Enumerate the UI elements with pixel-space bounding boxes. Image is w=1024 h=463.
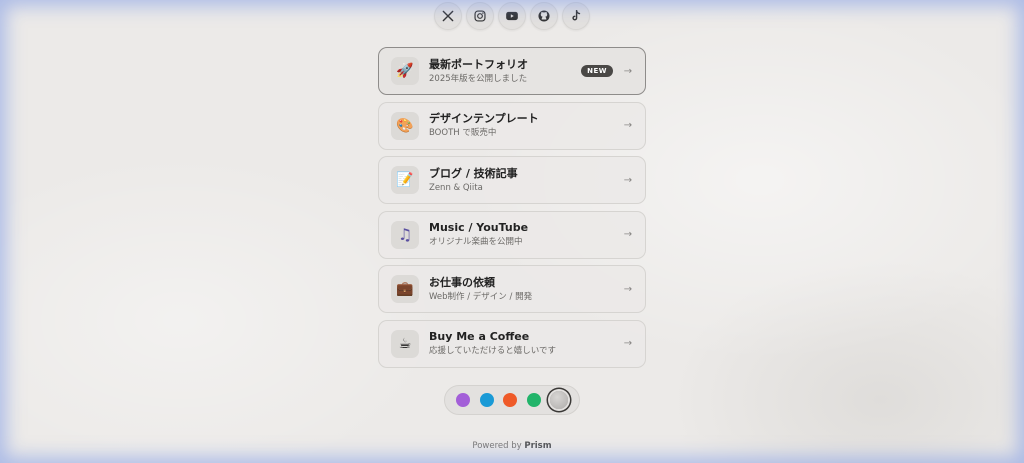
arrow-right-icon: →: [623, 174, 633, 186]
link-list: 🚀 最新ポートフォリオ 2025年版を公開しました NEW → 🎨 デザインテン…: [378, 47, 646, 374]
card-subtitle: 2025年版を公開しました: [429, 73, 528, 84]
arrow-right-icon: →: [623, 229, 633, 240]
theme-swatch-blue[interactable]: [479, 393, 494, 407]
arrow-right-icon: →: [623, 283, 633, 295]
github-link[interactable]: [530, 2, 558, 30]
instagram-icon: [474, 10, 486, 22]
link-card-portfolio[interactable]: 🚀 最新ポートフォリオ 2025年版を公開しました NEW →: [378, 47, 646, 95]
link-card-music[interactable]: ♫ Music / YouTube オリジナル楽曲を公開中 →: [378, 210, 646, 259]
link-card-templates[interactable]: 🎨 デザインテンプレート BOOTH で販売中 →: [378, 101, 646, 150]
new-badge: NEW: [581, 65, 613, 77]
link-card-work[interactable]: 💼 お仕事の依頼 Web制作 / デザイン / 開発 →: [378, 265, 646, 313]
card-subtitle: BOOTH で販売中: [429, 128, 497, 138]
card-subtitle: オリジナル楽曲を公開中: [429, 237, 523, 247]
tiktok-icon: [572, 10, 581, 21]
card-title: 最新ポートフォリオ: [429, 57, 528, 71]
social-links: [434, 2, 590, 30]
card-text: ブログ / 技術記事 Zenn & Qiita: [429, 167, 623, 194]
x-icon: [442, 10, 454, 22]
palette-icon: 🎨: [391, 111, 419, 140]
theme-swatch-green[interactable]: [526, 393, 541, 407]
rocket-icon: 🚀: [391, 57, 419, 85]
link-card-blog[interactable]: 📝 ブログ / 技術記事 Zenn & Qiita →: [378, 156, 646, 204]
arrow-right-icon: →: [623, 338, 633, 349]
pencil-icon: 📝: [391, 166, 419, 194]
arrow-right-icon: →: [623, 120, 633, 131]
card-subtitle: Web制作 / デザイン / 開発: [429, 291, 533, 302]
instagram-link[interactable]: [466, 2, 494, 30]
card-text: Music / YouTube オリジナル楽曲を公開中: [429, 221, 623, 248]
card-text: デザインテンプレート BOOTH で販売中: [429, 112, 623, 139]
card-title: Buy Me a Coffee: [429, 330, 530, 343]
x-link[interactable]: [434, 2, 462, 30]
tiktok-link[interactable]: [562, 2, 590, 30]
footer-prefix: Powered by: [472, 441, 522, 451]
github-icon: [538, 10, 550, 22]
footer-brand-link[interactable]: Prism: [524, 441, 551, 451]
youtube-icon: [506, 11, 518, 21]
card-text: 最新ポートフォリオ 2025年版を公開しました: [429, 58, 581, 85]
card-subtitle: 応援していただけると嬉しいです: [429, 346, 556, 356]
youtube-link[interactable]: [498, 2, 526, 30]
card-text: お仕事の依頼 Web制作 / デザイン / 開発: [429, 276, 623, 303]
card-text: Buy Me a Coffee 応援していただけると嬉しいです: [429, 330, 623, 357]
link-card-coffee[interactable]: ☕ Buy Me a Coffee 応援していただけると嬉しいです →: [378, 319, 646, 368]
theme-swatch-purple[interactable]: [456, 393, 470, 407]
theme-swatch-orange[interactable]: [503, 393, 517, 407]
theme-swatch-gray[interactable]: [550, 391, 568, 409]
music-note-icon: ♫: [391, 220, 419, 249]
card-title: デザインテンプレート: [429, 112, 539, 125]
card-title: お仕事の依頼: [429, 275, 495, 289]
card-title: ブログ / 技術記事: [429, 166, 518, 180]
arrow-right-icon: →: [623, 65, 633, 77]
card-title: Music / YouTube: [429, 221, 529, 234]
briefcase-icon: 💼: [391, 275, 419, 303]
card-subtitle: Zenn & Qiita: [429, 182, 483, 193]
coffee-icon: ☕: [391, 329, 419, 358]
theme-color-picker: [444, 385, 580, 415]
footer: Powered by Prism: [0, 441, 1024, 451]
